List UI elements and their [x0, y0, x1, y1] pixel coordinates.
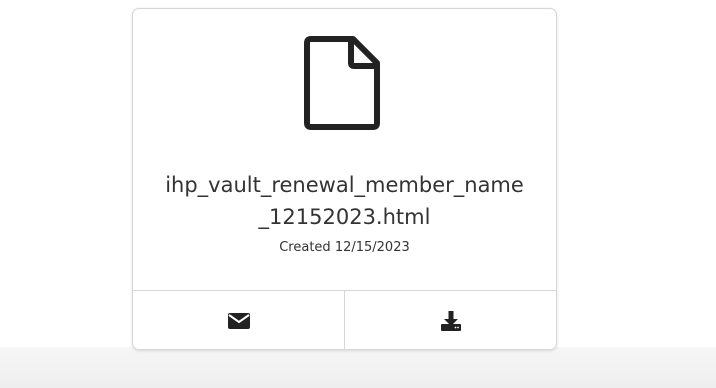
file-card: ihp_vault_renewal_member_name _12152023.… — [132, 8, 557, 350]
file-name-line-2: _12152023.html — [258, 205, 431, 229]
download-icon — [440, 311, 461, 331]
footer-band — [0, 347, 716, 388]
email-button[interactable] — [133, 291, 344, 349]
file-name-line-1: ihp_vault_renewal_member_name — [165, 173, 524, 197]
download-button[interactable] — [344, 291, 556, 349]
card-actions — [133, 290, 556, 349]
envelope-icon — [227, 313, 250, 329]
file-name: ihp_vault_renewal_member_name _12152023.… — [133, 169, 556, 233]
page: ihp_vault_renewal_member_name _12152023.… — [0, 0, 716, 388]
created-date: Created 12/15/2023 — [279, 240, 410, 255]
document-icon — [304, 36, 380, 130]
